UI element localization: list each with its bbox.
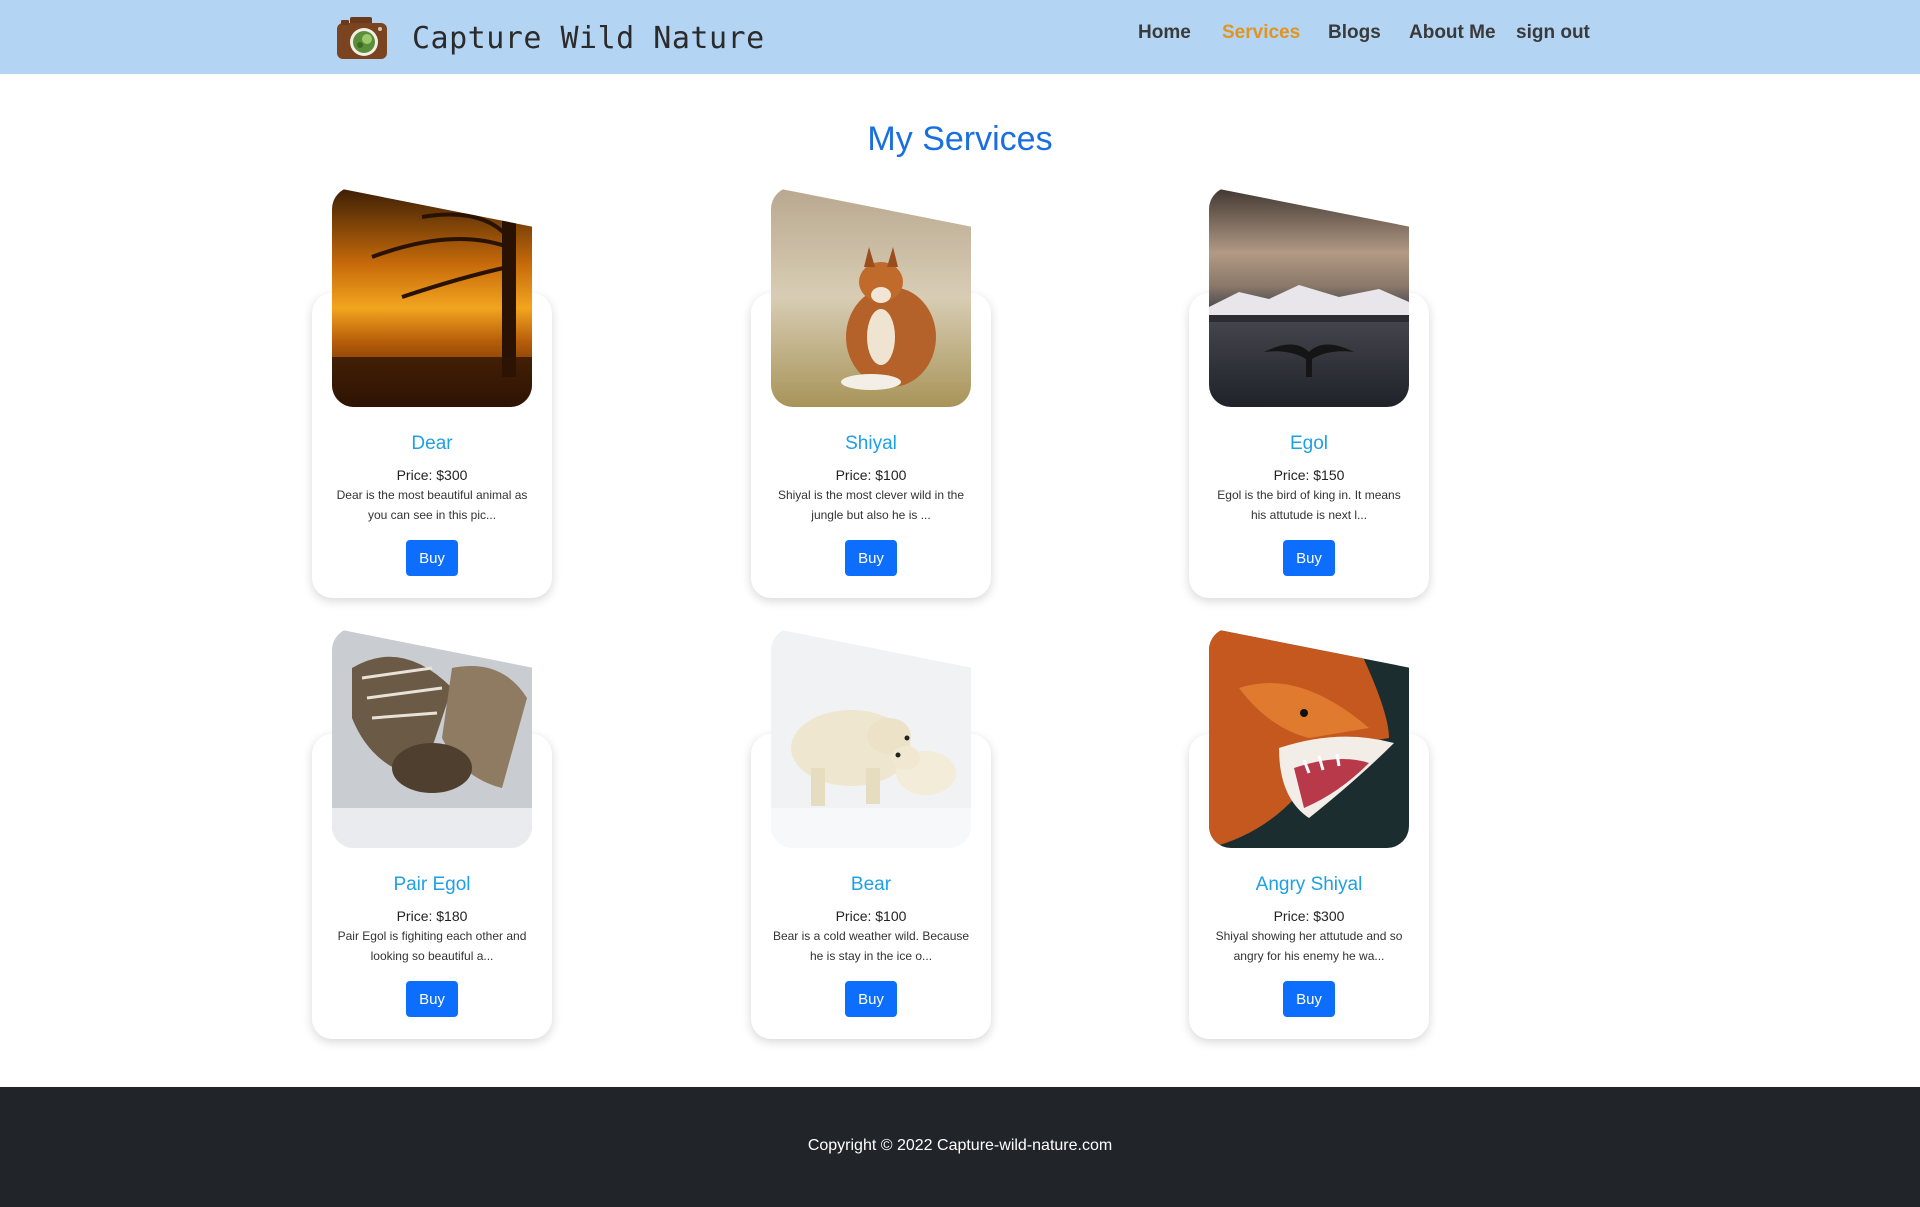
fox-sitting-photo [771, 187, 971, 407]
service-description: Pair Egol is fighiting each other and lo… [337, 929, 527, 963]
nav-services-link[interactable]: Services [1222, 22, 1300, 44]
service-price: Price: $300 [1273, 908, 1345, 924]
service-description: Dear is the most beautiful animal as you… [336, 488, 528, 522]
service-price: Price: $100 [835, 908, 907, 924]
service-price: Price: $100 [835, 467, 907, 483]
sunset-tree-photo [332, 187, 532, 407]
service-price: Price: $180 [396, 908, 468, 924]
buy-button[interactable]: Buy [845, 540, 897, 576]
service-name: Bear [850, 874, 892, 895]
service-name: Pair Egol [393, 874, 471, 895]
service-description: Bear is a cold weather wild. Because he … [772, 929, 970, 963]
buy-button[interactable]: Buy [845, 981, 897, 1017]
service-description: Egol is the bird of king in. It means hi… [1217, 488, 1401, 522]
buy-button[interactable]: Buy [406, 540, 458, 576]
nav-blogs-link[interactable]: Blogs [1328, 22, 1381, 44]
angry-fox-photo [1209, 628, 1409, 848]
service-description: Shiyal is the most clever wild in the ju… [777, 488, 965, 522]
polar-bears-photo [771, 628, 971, 848]
page-title: My Services [867, 120, 1053, 158]
service-price: Price: $300 [396, 467, 468, 483]
whale-tail-photo [1209, 187, 1409, 407]
service-name: Shiyal [845, 433, 897, 454]
service-name: Dear [411, 433, 453, 454]
footer: Copyright © 2022 Capture-wild-nature.com [0, 1087, 1920, 1207]
navbar: Capture Wild Nature Home Services Blogs … [0, 0, 1920, 74]
nav-about-link[interactable]: About Me [1409, 22, 1496, 44]
nav-signout-link[interactable]: sign out [1516, 22, 1590, 44]
copyright-text: Copyright © 2022 Capture-wild-nature.com [807, 1137, 1113, 1154]
buy-button[interactable]: Buy [406, 981, 458, 1017]
service-price: Price: $150 [1273, 467, 1345, 483]
buy-button[interactable]: Buy [1283, 981, 1335, 1017]
service-name: Egol [1289, 433, 1329, 454]
eagles-fighting-photo [332, 628, 532, 848]
buy-button[interactable]: Buy [1283, 540, 1335, 576]
nav-home-link[interactable]: Home [1138, 22, 1191, 44]
service-name: Angry Shiyal [1255, 874, 1363, 895]
main-nav: Home Services Blogs About Me sign out [0, 0, 1920, 74]
service-description: Shiyal showing her attutude and so angry… [1215, 929, 1403, 963]
